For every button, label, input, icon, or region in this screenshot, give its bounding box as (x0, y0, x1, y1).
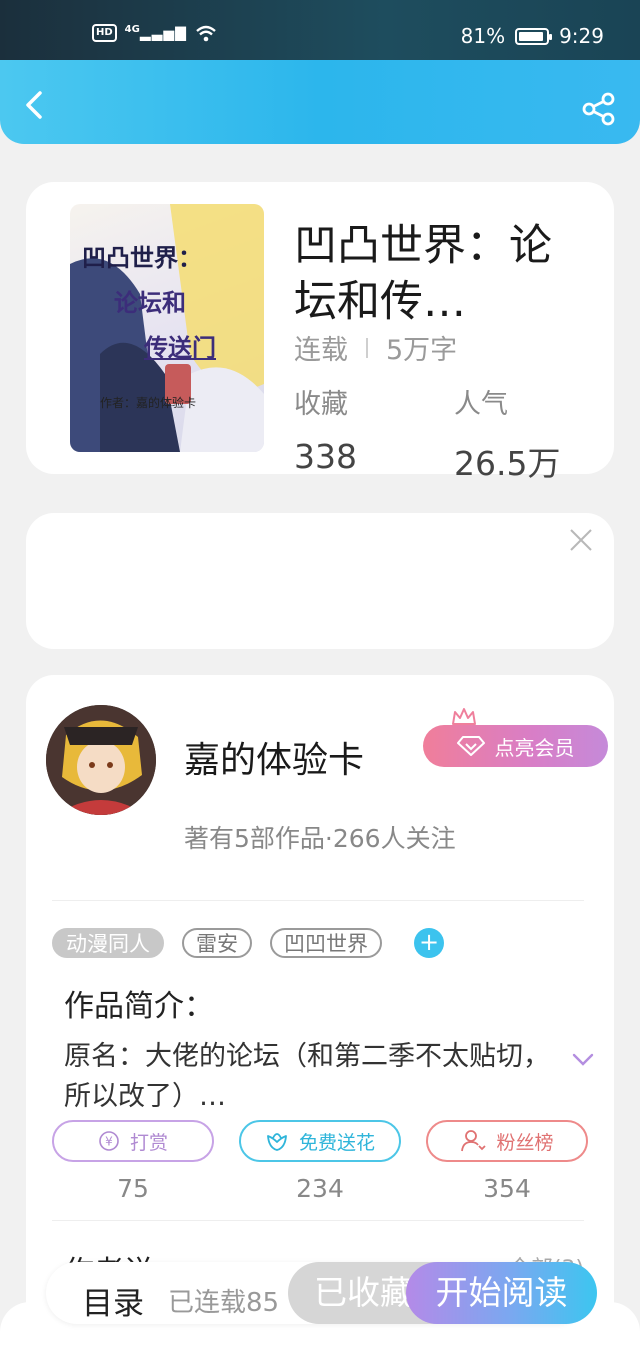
status-bar: HD 4G▂▃▅▇ 81% 9:29 (0, 0, 640, 62)
add-tag-icon[interactable]: + (414, 928, 444, 958)
popularity-stat: 人气 26.5万 (454, 382, 560, 485)
wifi-icon (196, 25, 216, 42)
intro-text: 原名：大佬的论坛（和第二季不太贴切，所以改了）… (64, 1041, 550, 1112)
flower-count: 234 (296, 1174, 344, 1203)
book-info-card: 凹凸世界： 论坛和 传送门 作者：嘉的体验卡 凹凸世界：论坛和传… 连载 5万字… (26, 182, 614, 483)
start-reading-button[interactable]: 开始阅读 (406, 1262, 597, 1324)
hd-badge: HD (92, 24, 117, 42)
status-right: 81% 9:29 (461, 24, 604, 48)
reward-label: 打赏 (129, 1131, 168, 1154)
book-word-count: 5万字 (386, 335, 458, 366)
clock: 9:29 (559, 24, 604, 48)
fans-count: 354 (483, 1174, 531, 1203)
chevron-left-icon[interactable] (22, 90, 46, 120)
book-status: 连载 (294, 335, 348, 366)
fans-button[interactable]: 粉丝榜 (426, 1120, 588, 1162)
favorites-stat: 收藏 338 (294, 382, 357, 476)
avatar[interactable] (46, 705, 156, 815)
network-indicator: 4G▂▃▅▇ (124, 24, 187, 42)
reward-count: 75 (117, 1174, 149, 1203)
popularity-value: 26.5万 (454, 444, 561, 483)
action-row: ¥ 打赏 75 免费送花 234 粉丝榜 354 (52, 1120, 588, 1203)
reward-button[interactable]: ¥ 打赏 (52, 1120, 214, 1162)
flower-action: 免费送花 234 (239, 1120, 401, 1203)
battery-icon (515, 27, 553, 45)
status-left: HD 4G▂▃▅▇ (92, 24, 217, 42)
divider (52, 900, 584, 901)
ad-card (26, 513, 614, 649)
top-header (0, 60, 640, 144)
favorites-label: 收藏 (294, 389, 348, 420)
yen-icon: ¥ (99, 1131, 119, 1151)
popularity-label: 人气 (454, 389, 508, 420)
flower-icon (267, 1133, 287, 1151)
book-title: 凹凸世界：论坛和传… (294, 221, 552, 327)
favorites-value: 338 (294, 437, 357, 476)
user-icon (461, 1130, 487, 1152)
fans-label: 粉丝榜 (496, 1131, 554, 1154)
avatar-illustration (46, 705, 156, 815)
tag-list: 动漫同人 雷安 凹凹世界 + (52, 928, 444, 958)
close-icon[interactable] (568, 527, 594, 553)
meta-divider (366, 337, 368, 358)
fans-action: 粉丝榜 354 (426, 1120, 588, 1203)
reward-action: ¥ 打赏 75 (52, 1120, 214, 1203)
share-icon[interactable] (582, 92, 616, 126)
cover-author: 作者：嘉的体验卡 (100, 396, 197, 410)
flower-label: 免费送花 (298, 1131, 375, 1154)
crown-icon (452, 708, 476, 725)
flower-button[interactable]: 免费送花 (239, 1120, 401, 1162)
divider (52, 1220, 584, 1221)
vip-button[interactable]: 点亮会员 (423, 725, 608, 767)
cover-title: 凹凸世界： 论坛和 传送门 (82, 244, 216, 362)
tag-item[interactable]: 雷安 (182, 928, 252, 958)
book-meta: 连载 5万字 (294, 328, 457, 367)
intro-title: 作品简介： (64, 989, 214, 1024)
battery-percent: 81% (460, 24, 506, 48)
diamond-icon (456, 736, 485, 756)
author-name[interactable]: 嘉的体验卡 (184, 731, 364, 783)
vip-label: 点亮会员 (494, 735, 575, 760)
toc-button[interactable]: 目录 (82, 1278, 144, 1323)
tag-item[interactable]: 动漫同人 (52, 928, 164, 958)
serial-progress: 已连载85 (168, 1288, 280, 1318)
author-stats: 著有5部作品·266人关注 (184, 824, 456, 853)
chevron-down-icon[interactable] (572, 1053, 594, 1067)
book-cover[interactable]: 凹凸世界： 论坛和 传送门 作者：嘉的体验卡 (70, 204, 264, 452)
svg-text:¥: ¥ (105, 1135, 113, 1149)
tag-item[interactable]: 凹凹世界 (270, 928, 382, 958)
